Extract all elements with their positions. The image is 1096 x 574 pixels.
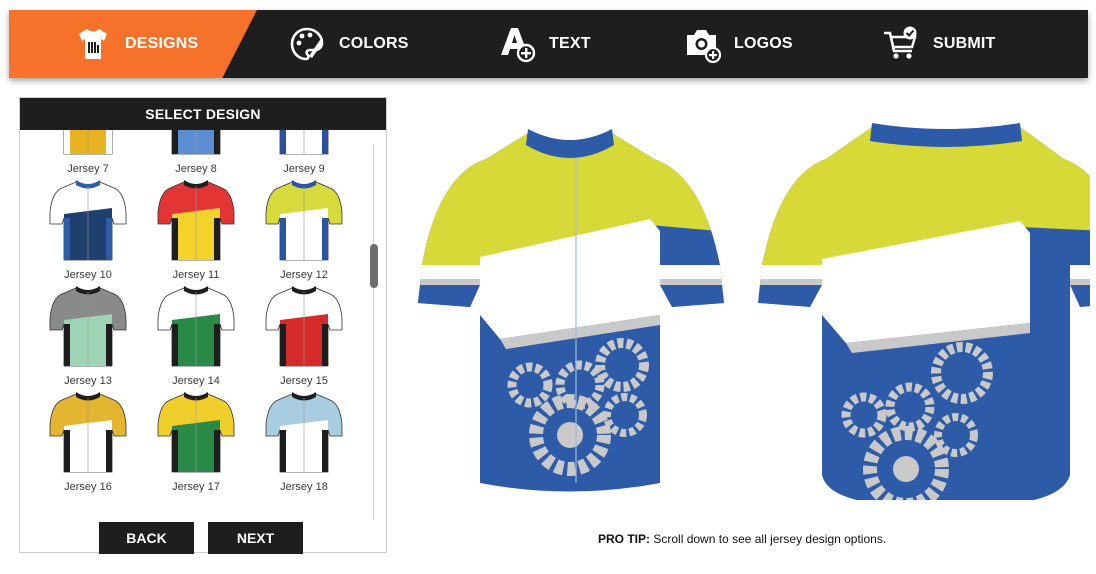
tab-designs[interactable]: DESIGNS: [73, 10, 198, 78]
design-selector-panel: SELECT DESIGN Jersey 7 Jersey 8 Jersey 9 Je…: [19, 97, 387, 554]
tab-submit-label: SUBMIT: [933, 35, 996, 52]
tab-text[interactable]: TEXT: [497, 10, 591, 78]
design-thumbnail[interactable]: Jersey 12: [254, 178, 354, 281]
tab-text-label: TEXT: [549, 35, 591, 52]
jersey-preview: [410, 115, 1096, 506]
design-thumbnail-label: Jersey 10: [64, 269, 112, 281]
design-thumbnail[interactable]: Jersey 14: [146, 284, 246, 387]
jersey-back: [758, 127, 1096, 506]
back-collar: [870, 123, 1022, 147]
jersey-thumbnail-icon: [49, 180, 127, 261]
jersey-thumbnail-icon: [49, 392, 127, 473]
pro-tip: PRO TIP: Scroll down to see all jersey d…: [598, 532, 886, 546]
design-thumbnail[interactable]: Jersey 9: [254, 130, 354, 175]
design-thumbnail-label: Jersey 9: [283, 163, 325, 175]
design-thumbnail-label: Jersey 8: [175, 163, 217, 175]
scrollbar-thumb[interactable]: [370, 244, 378, 288]
design-thumbnail[interactable]: Jersey 11: [146, 178, 246, 281]
design-thumbnail[interactable]: Jersey 13: [38, 284, 138, 387]
design-scrollbar[interactable]: [370, 144, 378, 519]
tab-colors[interactable]: COLORS: [287, 10, 409, 78]
jersey-thumbnail-icon: [157, 286, 235, 367]
design-thumbnail-label: Jersey 11: [172, 269, 220, 281]
design-thumbnail-label: Jersey 13: [64, 375, 112, 387]
design-thumbnail-label: Jersey 16: [64, 481, 112, 493]
jersey-front: [418, 133, 724, 492]
design-thumbnail-label: Jersey 7: [67, 163, 109, 175]
jersey-thumbnail-icon: [265, 286, 343, 367]
design-thumbnail[interactable]: Jersey 16: [38, 390, 138, 493]
design-thumbnail[interactable]: Jersey 10: [38, 178, 138, 281]
design-thumbnail[interactable]: Jersey 17: [146, 390, 246, 493]
design-thumbnail[interactable]: Jersey 15: [254, 284, 354, 387]
cart-check-icon: [881, 24, 921, 64]
tab-colors-label: COLORS: [339, 35, 409, 52]
jersey-thumbnail-icon: [157, 180, 235, 261]
jersey-thumbnail-icon: [171, 130, 221, 155]
panel-title: SELECT DESIGN: [20, 98, 386, 130]
tab-submit[interactable]: SUBMIT: [881, 10, 996, 78]
scrollbar-track-line: [373, 144, 374, 519]
jersey-thumbnail-icon: [49, 286, 127, 367]
jersey-thumbnail-icon: [265, 180, 343, 261]
design-thumbnail[interactable]: Jersey 8: [146, 130, 246, 175]
tshirt-icon: [73, 24, 113, 64]
tab-logos[interactable]: LOGOS: [682, 10, 793, 78]
jersey-thumbnail-icon: [157, 392, 235, 473]
jersey-thumbnail-icon: [265, 392, 343, 473]
jersey-thumbnail-icon: [279, 130, 329, 155]
design-thumbnail-label: Jersey 18: [280, 481, 328, 493]
camera-add-icon: [682, 24, 722, 64]
tab-logos-label: LOGOS: [734, 35, 793, 52]
pro-tip-text: Scroll down to see all jersey design opt…: [653, 532, 887, 546]
pro-tip-label: PRO TIP:: [598, 532, 651, 546]
design-grid-viewport[interactable]: Jersey 7 Jersey 8 Jersey 9 Jersey 10 Jersey …: [20, 130, 386, 520]
top-navigation: DESIGNS COLORS TEXT LOGOS SUBMIT: [9, 10, 1088, 78]
design-thumbnail-label: Jersey 12: [280, 269, 328, 281]
next-button[interactable]: NEXT: [208, 522, 303, 554]
tab-designs-label: DESIGNS: [125, 35, 199, 52]
text-add-icon: [497, 24, 537, 64]
design-thumbnail[interactable]: Jersey 7: [38, 130, 138, 175]
back-button[interactable]: BACK: [99, 522, 194, 554]
palette-icon: [287, 24, 327, 64]
jersey-preview-svg: [418, 123, 1096, 506]
design-thumbnail-label: Jersey 15: [280, 375, 328, 387]
design-thumbnail[interactable]: Jersey 18: [254, 390, 354, 493]
jersey-thumbnail-icon: [63, 130, 113, 155]
design-thumbnail-label: Jersey 14: [172, 375, 220, 387]
design-thumbnail-label: Jersey 17: [172, 481, 220, 493]
